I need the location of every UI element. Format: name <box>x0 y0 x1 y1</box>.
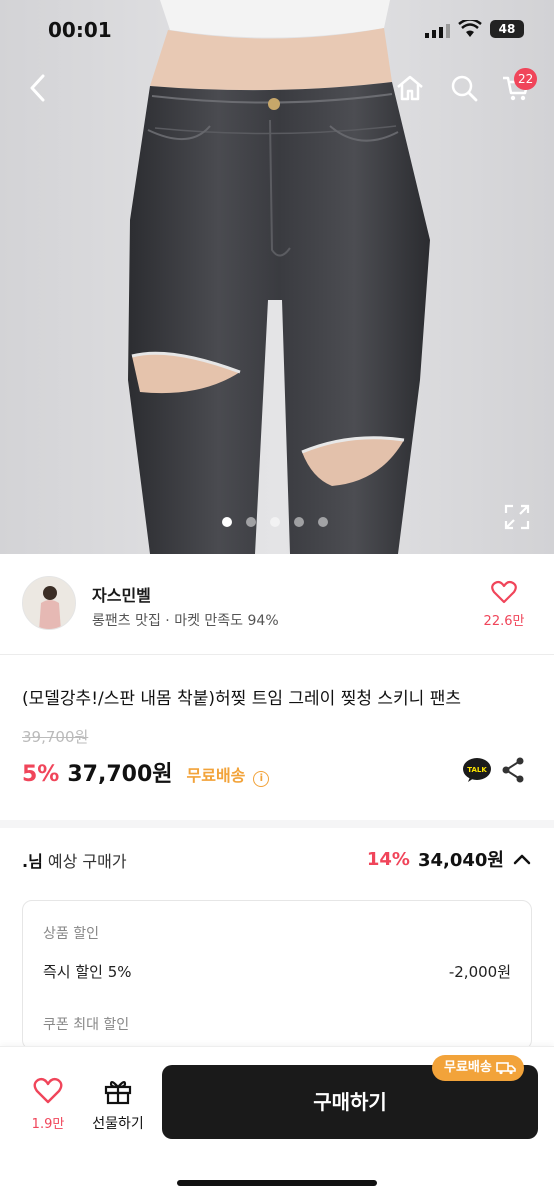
carousel-dot[interactable] <box>246 517 256 527</box>
like-count: 1.9만 <box>31 1117 65 1132</box>
product-title: (모델강추!/스판 내몸 착붙)허찢 트임 그레이 찢청 스키니 팬츠 <box>22 689 461 709</box>
chevron-left-icon <box>30 74 45 102</box>
cart-count-badge: 22 <box>514 68 538 90</box>
store-like-count: 22.6만 <box>483 614 525 629</box>
expand-icon[interactable] <box>503 503 531 531</box>
sale-price: 37,700원 <box>67 762 173 787</box>
carousel-dot[interactable] <box>294 517 304 527</box>
heart-icon <box>33 1077 63 1104</box>
gift-icon <box>104 1081 132 1105</box>
product-discount-title: 상품 할인 <box>43 926 99 942</box>
wifi-icon <box>458 20 482 37</box>
store-like-button[interactable]: 22.6만 <box>474 580 534 629</box>
expected-price-label: .님 예상 구매가 <box>22 848 127 872</box>
info-icon[interactable]: i <box>253 771 270 787</box>
home-icon <box>397 75 423 101</box>
talk-label: TALK <box>467 766 487 774</box>
status-bar: 00:01 48 <box>0 16 554 46</box>
bottom-action-bar: 1.9만 선물하기 구매하기 무료배송 <box>0 1046 554 1200</box>
like-button[interactable]: 1.9만 <box>22 1077 74 1132</box>
heart-icon <box>491 580 517 604</box>
seller-subtitle: 롱팬츠 맛집 · 마켓 만족도 94% <box>92 613 279 629</box>
instant-discount-value: -2,000원 <box>448 963 511 981</box>
expected-price-toggle[interactable]: 14% 34,040원 <box>367 846 532 872</box>
back-button[interactable] <box>20 70 56 106</box>
original-price: 39,700원 <box>22 728 89 746</box>
product-image-carousel[interactable]: 00:01 48 22 <box>0 0 554 554</box>
discount-rate: 5% <box>22 762 60 787</box>
seller-avatar[interactable] <box>22 576 76 630</box>
carousel-indicator <box>222 517 328 527</box>
section-separator <box>0 820 554 828</box>
expected-price-value: 34,040원 <box>417 850 504 871</box>
seller-info[interactable]: 자스민벨 롱팬츠 맛집 · 마켓 만족도 94% 22.6만 <box>0 574 554 634</box>
divider <box>0 654 554 655</box>
user-name-suffix: .님 <box>22 852 43 871</box>
status-time: 00:01 <box>48 18 112 42</box>
expected-price-text: 예상 구매가 <box>42 852 127 871</box>
truck-icon <box>496 1062 516 1075</box>
home-button[interactable] <box>392 70 428 106</box>
share-icon[interactable] <box>500 756 526 784</box>
search-button[interactable] <box>446 70 482 106</box>
battery-indicator: 48 <box>490 20 524 38</box>
free-shipping-label: 무료배송 <box>186 766 246 785</box>
home-indicator <box>177 1180 377 1186</box>
price-row: 5% 37,700원 무료배송 i <box>22 756 270 788</box>
carousel-dot[interactable] <box>318 517 328 527</box>
instant-discount-label: 즉시 할인 5% <box>43 963 132 981</box>
chevron-up-icon <box>513 854 531 865</box>
search-icon <box>451 75 478 102</box>
gift-button[interactable]: 선물하기 <box>88 1077 148 1133</box>
free-shipping-badge: 무료배송 <box>432 1055 524 1081</box>
gift-label: 선물하기 <box>92 1116 144 1132</box>
carousel-dot[interactable] <box>270 517 280 527</box>
seller-name[interactable]: 자스민벨 <box>92 582 151 606</box>
discount-breakdown: 상품 할인 즉시 할인 5% -2,000원 쿠폰 최대 할인 <box>22 900 532 1050</box>
expected-discount-rate: 14% <box>366 848 410 870</box>
carousel-dot[interactable] <box>222 517 232 527</box>
kakao-talk-icon[interactable]: TALK <box>462 757 492 783</box>
free-shipping-badge-label: 무료배송 <box>444 1060 492 1075</box>
seller-avatar-image <box>23 577 75 629</box>
coupon-max-title: 쿠폰 최대 할인 <box>43 1017 130 1033</box>
signal-icon <box>425 24 450 38</box>
